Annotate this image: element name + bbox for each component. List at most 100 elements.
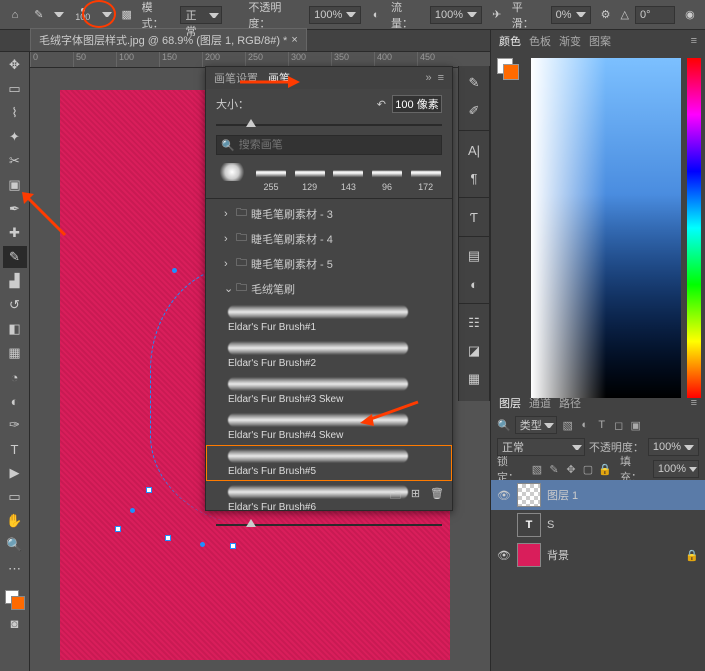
brush-settings-icon[interactable]: ✎	[463, 72, 485, 94]
new-brush-icon[interactable]: ⊞	[411, 487, 420, 506]
blend-mode-select[interactable]: 正常	[180, 6, 222, 24]
history-brush-tool[interactable]: ↺	[3, 294, 27, 316]
flow-value[interactable]: 100%	[430, 6, 482, 24]
character-panel-icon[interactable]: A|	[463, 139, 485, 161]
quick-mask-icon[interactable]: ◙	[3, 612, 27, 634]
crop-tool[interactable]: ✂	[3, 150, 27, 172]
brush-tool[interactable]: ✎	[3, 246, 27, 268]
anchor-point[interactable]	[165, 535, 171, 541]
brush-preset[interactable]: 143	[332, 163, 365, 192]
frame-tool[interactable]: ▣	[3, 174, 27, 196]
lock-all-icon[interactable]: 🔒	[598, 463, 612, 476]
document-tab[interactable]: 毛绒字体图层样式.jpg @ 68.9% (图层 1, RGB/8#) * ×	[30, 28, 307, 51]
tab-patterns[interactable]: 图案	[589, 33, 611, 49]
bezier-handle[interactable]	[130, 508, 135, 513]
anchor-point[interactable]	[115, 526, 121, 532]
opacity-value[interactable]: 100%	[309, 6, 361, 24]
home-icon[interactable]: ⌂	[6, 6, 24, 24]
libraries-icon[interactable]: ☷	[463, 312, 485, 334]
flip-icon[interactable]: ↶	[377, 98, 386, 111]
brush-item-selected[interactable]: Eldar's Fur Brush#5	[206, 445, 452, 481]
lasso-tool[interactable]: ⌇	[3, 102, 27, 124]
anchor-point[interactable]	[146, 487, 152, 493]
filter-kind-select[interactable]: 类型	[515, 416, 557, 434]
angle-value[interactable]: 0°	[635, 6, 675, 24]
blur-tool[interactable]: ◔	[3, 366, 27, 388]
properties-icon[interactable]: ▤	[463, 245, 485, 267]
bottom-slider[interactable]	[216, 519, 442, 531]
brush-preset[interactable]: 129	[293, 163, 326, 192]
bezier-handle[interactable]	[172, 268, 177, 273]
healing-tool[interactable]: ✚	[3, 222, 27, 244]
styles-icon[interactable]: ▦	[463, 368, 485, 390]
pen-tool[interactable]: ✑	[3, 414, 27, 436]
picker-swatches[interactable]	[497, 58, 519, 80]
filter-type-icon[interactable]: T	[595, 419, 609, 431]
lock-paint-icon[interactable]: ✎	[547, 463, 561, 476]
brush-folder[interactable]: ›🗀睫毛笔刷素材 - 3	[206, 201, 452, 226]
smooth-value[interactable]: 0%	[551, 6, 591, 24]
brush-item[interactable]: Eldar's Fur Brush#1	[206, 301, 452, 337]
brush-folder[interactable]: ›🗀睫毛笔刷素材 - 5	[206, 251, 452, 276]
brush-folder[interactable]: ⌄🗀毛绒笔刷	[206, 276, 452, 301]
layer-fill[interactable]: 100%	[653, 460, 699, 478]
anchor-point[interactable]	[230, 543, 236, 549]
type-tool[interactable]: T	[3, 438, 27, 460]
color-swatches[interactable]	[5, 590, 25, 610]
tool-preset-dropdown[interactable]	[54, 12, 64, 17]
brush-item[interactable]: Eldar's Fur Brush#3 Skew	[206, 373, 452, 409]
eyedropper-tool[interactable]: ✒	[3, 198, 27, 220]
brush-panel-toggle-icon[interactable]: ▩	[118, 6, 136, 24]
brush-preset[interactable]	[216, 163, 249, 192]
tab-swatches[interactable]: 色板	[529, 33, 551, 49]
panel-menu-icon[interactable]: ≡	[438, 72, 444, 84]
lock-trans-icon[interactable]: ▧	[530, 463, 544, 476]
bezier-handle[interactable]	[200, 542, 205, 547]
blend-mode-select[interactable]: 正常	[497, 438, 585, 456]
brush-tool-icon[interactable]: ✎	[30, 6, 48, 24]
lock-artboard-icon[interactable]: ▢	[581, 463, 595, 476]
collapse-icon[interactable]: »	[425, 72, 431, 84]
tab-layers[interactable]: 图层	[499, 395, 521, 411]
brush-preset[interactable]: 96	[371, 163, 404, 192]
layer-thumbnail[interactable]	[517, 543, 541, 567]
layer-row[interactable]: 👁 图层 1	[491, 480, 705, 510]
layer-opacity[interactable]: 100%	[648, 438, 699, 456]
visibility-icon[interactable]: 👁	[497, 549, 511, 562]
panel-menu-icon[interactable]: ≡	[691, 35, 697, 47]
lock-pos-icon[interactable]: ✥	[564, 463, 578, 476]
trash-icon[interactable]: 🗑	[430, 487, 444, 506]
filter-smart-icon[interactable]: ▣	[629, 419, 643, 432]
layer-thumbnail[interactable]	[517, 483, 541, 507]
tab-brushes[interactable]: 画笔	[268, 70, 290, 86]
eraser-tool[interactable]: ◧	[3, 318, 27, 340]
brush-folder[interactable]: ›🗀睫毛笔刷素材 - 4	[206, 226, 452, 251]
brushes-icon[interactable]: ✐	[463, 100, 485, 122]
layer-row[interactable]: T S	[491, 510, 705, 540]
hue-slider[interactable]	[687, 58, 701, 398]
filter-pixel-icon[interactable]: ▧	[561, 419, 575, 432]
dodge-tool[interactable]: ◐	[3, 390, 27, 412]
brush-search-input[interactable]	[239, 139, 437, 151]
marquee-tool[interactable]: ▭	[3, 78, 27, 100]
hand-tool[interactable]: ✋	[3, 510, 27, 532]
visibility-icon[interactable]: 👁	[497, 489, 511, 502]
gradient-tool[interactable]: ▦	[3, 342, 27, 364]
move-tool[interactable]: ✥	[3, 54, 27, 76]
tab-brush-settings[interactable]: 画笔设置	[214, 70, 258, 86]
brush-preset[interactable]: 172	[409, 163, 442, 192]
gear-icon[interactable]: ⚙	[597, 6, 615, 24]
color-field[interactable]	[531, 58, 681, 398]
close-tab-icon[interactable]: ×	[291, 34, 297, 46]
pressure-opacity-icon[interactable]: ◐	[367, 6, 385, 24]
brush-preset[interactable]: 255	[255, 163, 288, 192]
airbrush-icon[interactable]: ✈	[488, 6, 506, 24]
shape-tool[interactable]: ▭	[3, 486, 27, 508]
brush-item[interactable]: Eldar's Fur Brush#2	[206, 337, 452, 373]
edit-toolbar[interactable]: ⋯	[3, 558, 27, 580]
glyphs-icon[interactable]: Ƭ	[463, 206, 485, 228]
new-folder-icon[interactable]: 🗀	[390, 487, 401, 506]
quick-select-tool[interactable]: ✦	[3, 126, 27, 148]
filter-adjust-icon[interactable]: ◐	[578, 419, 592, 431]
swatches-icon[interactable]: ◪	[463, 340, 485, 362]
